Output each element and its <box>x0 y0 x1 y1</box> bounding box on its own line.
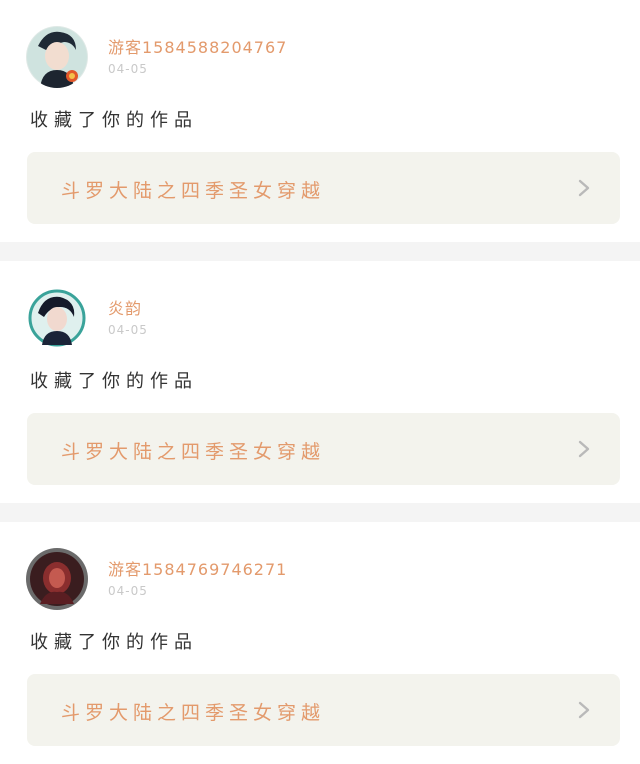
post-date: 04-05 <box>108 584 148 598</box>
chevron-right-icon <box>578 440 590 458</box>
work-link-card[interactable]: 斗罗大陆之四季圣女穿越 <box>27 674 620 746</box>
work-title: 斗罗大陆之四季圣女穿越 <box>61 180 326 202</box>
chevron-right-icon <box>578 179 590 197</box>
notification-card: 游客15847697462​71 04-05 收藏了你的作品 斗罗大陆之四季圣女… <box>0 522 640 764</box>
activity-text: 收藏了你的作品 <box>30 110 198 131</box>
user-avatar[interactable] <box>26 548 88 610</box>
separator <box>0 242 640 261</box>
username[interactable]: 游客15847697462​71 <box>108 556 287 580</box>
notification-feed: 游客15845882047​67 04-05 收藏了你的作品 斗罗大陆之四季圣女… <box>0 0 640 764</box>
avatar-red-portrait-icon <box>26 548 88 610</box>
avatar-boy-portrait-icon <box>26 26 88 88</box>
chevron-right-icon <box>578 701 590 719</box>
activity-text: 收藏了你的作品 <box>30 371 198 392</box>
work-link-card[interactable]: 斗罗大陆之四季圣女穿越 <box>27 413 620 485</box>
notification-card: 炎韵 04-05 收藏了你的作品 斗罗大陆之四季圣女穿越 <box>0 261 640 503</box>
work-title: 斗罗大陆之四季圣女穿越 <box>61 441 326 463</box>
user-avatar[interactable] <box>26 287 88 349</box>
work-link-card[interactable]: 斗罗大陆之四季圣女穿越 <box>27 152 620 224</box>
avatar-illustrated-portrait-icon <box>26 287 88 349</box>
username[interactable]: 炎韵 <box>108 295 142 319</box>
username[interactable]: 游客15845882047​67 <box>108 34 287 58</box>
separator <box>0 503 640 522</box>
work-title: 斗罗大陆之四季圣女穿越 <box>61 702 326 724</box>
notification-card: 游客15845882047​67 04-05 收藏了你的作品 斗罗大陆之四季圣女… <box>0 0 640 242</box>
activity-text: 收藏了你的作品 <box>30 632 198 653</box>
post-date: 04-05 <box>108 62 148 76</box>
post-date: 04-05 <box>108 323 148 337</box>
user-avatar[interactable] <box>26 26 88 88</box>
